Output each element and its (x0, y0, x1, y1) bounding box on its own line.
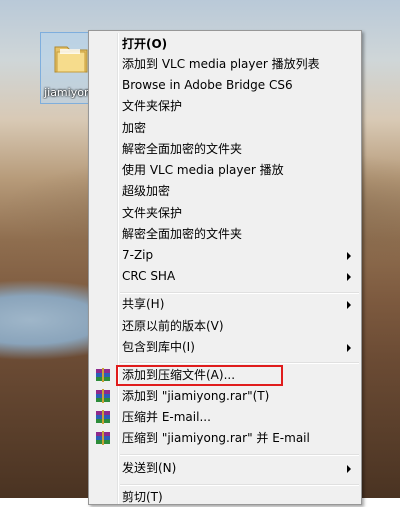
menu-item-folder-protect[interactable]: 文件夹保护 (91, 97, 359, 116)
menu-item-decrypt-folder-2[interactable]: 解密全面加密的文件夹 (91, 225, 359, 244)
menu-item-label: 超级加密 (122, 184, 171, 198)
menu-item-label: 还原以前的版本(V) (122, 319, 224, 333)
menu-item-open[interactable]: 打开(O) (91, 35, 359, 54)
menu-item-label: 文件夹保护 (122, 99, 183, 113)
menu-item-add-to-rar[interactable]: 添加到 "jiamiyong.rar"(T) (91, 387, 359, 406)
chevron-right-icon (347, 301, 351, 309)
winrar-icon (96, 368, 110, 382)
menu-item-vlc-add-playlist[interactable]: 添加到 VLC media player 播放列表 (91, 55, 359, 74)
winrar-icon (96, 410, 110, 424)
menu-item-share[interactable]: 共享(H) (91, 295, 359, 314)
menu-item-label: 使用 VLC media player 播放 (122, 163, 284, 177)
menu-item-encrypt[interactable]: 加密 (91, 119, 359, 138)
menu-item-send-to[interactable]: 发送到(N) (91, 459, 359, 478)
menu-item-compress-rar-email[interactable]: 压缩到 "jiamiyong.rar" 并 E-mail (91, 429, 359, 448)
menu-item-folder-protect-2[interactable]: 文件夹保护 (91, 204, 359, 223)
menu-item-label: 解密全面加密的文件夹 (122, 227, 243, 241)
menu-separator (120, 362, 359, 364)
menu-item-label: Browse in Adobe Bridge CS6 (122, 78, 293, 92)
menu-separator (120, 484, 359, 486)
menu-item-label: 发送到(N) (122, 461, 177, 475)
menu-separator (120, 454, 359, 456)
highlight-annotation (116, 365, 283, 386)
winrar-icon (96, 431, 110, 445)
menu-item-super-encrypt[interactable]: 超级加密 (91, 182, 359, 201)
menu-item-adobe-bridge[interactable]: Browse in Adobe Bridge CS6 (91, 76, 359, 95)
chevron-right-icon (347, 465, 351, 473)
menu-item-label: 压缩并 E-mail... (122, 410, 211, 424)
chevron-right-icon (347, 344, 351, 352)
menu-item-label: 打开(O) (122, 37, 168, 51)
menu-item-label: 共享(H) (122, 297, 165, 311)
menu-item-vlc-play[interactable]: 使用 VLC media player 播放 (91, 161, 359, 180)
menu-item-7zip[interactable]: 7-Zip (91, 246, 359, 265)
menu-item-label: 压缩到 "jiamiyong.rar" 并 E-mail (122, 431, 310, 445)
menu-item-restore-versions[interactable]: 还原以前的版本(V) (91, 317, 359, 336)
menu-item-label: 添加到 VLC media player 播放列表 (122, 57, 320, 71)
menu-item-label: 添加到 "jiamiyong.rar"(T) (122, 389, 270, 403)
menu-item-label: 文件夹保护 (122, 206, 183, 220)
chevron-right-icon (347, 273, 351, 281)
menu-item-include-library[interactable]: 包含到库中(I) (91, 338, 359, 357)
menu-item-label: 解密全面加密的文件夹 (122, 142, 243, 156)
chevron-right-icon (347, 252, 351, 260)
menu-item-decrypt-folder[interactable]: 解密全面加密的文件夹 (91, 140, 359, 159)
menu-item-compress-email[interactable]: 压缩并 E-mail... (91, 408, 359, 427)
menu-item-label: 包含到库中(I) (122, 340, 195, 354)
menu-separator (120, 292, 359, 294)
menu-item-crc-sha[interactable]: CRC SHA (91, 267, 359, 286)
folder-icon (54, 46, 88, 73)
menu-item-label: 7-Zip (122, 248, 154, 262)
menu-item-label: 加密 (122, 121, 147, 135)
menu-item-label: CRC SHA (122, 269, 176, 283)
context-menu: 打开(O) 添加到 VLC media player 播放列表 Browse i… (88, 30, 362, 505)
winrar-icon (96, 389, 110, 403)
